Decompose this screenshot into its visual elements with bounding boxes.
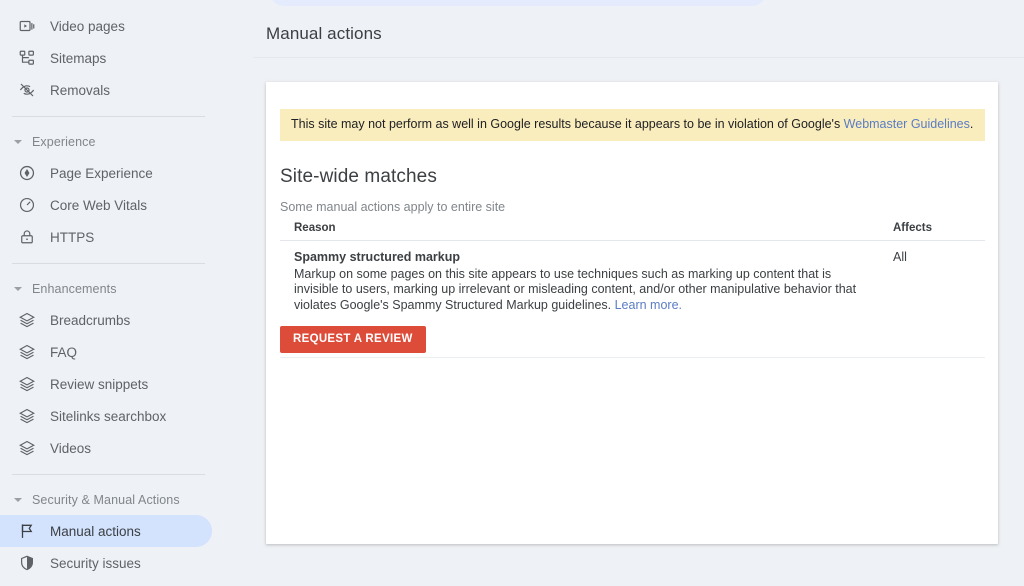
flag-icon xyxy=(16,520,38,542)
sidebar-item-label: FAQ xyxy=(50,344,78,360)
layers-icon xyxy=(16,309,38,331)
table-row: Spammy structured markup Markup on some … xyxy=(280,241,985,328)
manual-actions-table: Reason Affects Spammy structured markup … xyxy=(280,218,985,327)
sidebar: Video pages Sitemaps Removals Experience Pag… xyxy=(0,0,229,586)
reason-name: Spammy structured markup xyxy=(294,250,461,264)
sidebar-item-page-experience[interactable]: Page Experience xyxy=(0,157,212,189)
removals-icon xyxy=(16,79,38,101)
sidebar-divider xyxy=(12,474,205,475)
sidebar-item-video-pages[interactable]: Video pages xyxy=(0,10,212,42)
table-header-row: Reason Affects xyxy=(280,218,985,241)
shield-icon xyxy=(16,552,38,574)
layers-icon xyxy=(16,373,38,395)
section-title: Site-wide matches xyxy=(280,165,437,187)
search-console-page: Video pages Sitemaps Removals Experience Pag… xyxy=(0,0,1024,586)
sidebar-item-label: Videos xyxy=(50,440,92,456)
layers-icon xyxy=(16,405,38,427)
sidebar-item-label: Breadcrumbs xyxy=(50,312,131,328)
sidebar-item-label: Video pages xyxy=(50,18,125,34)
sidebar-item-label: Sitelinks searchbox xyxy=(50,408,167,424)
sidebar-item-videos[interactable]: Videos xyxy=(0,432,212,464)
sidebar-item-label: Security issues xyxy=(50,555,141,571)
sidebar-item-label: Review snippets xyxy=(50,376,149,392)
sidebar-item-security-issues[interactable]: Security issues xyxy=(0,547,212,579)
sidebar-item-review-snippets[interactable]: Review snippets xyxy=(0,368,212,400)
sidebar-section-label: Enhancements xyxy=(32,282,117,296)
reason-cell: Spammy structured markup Markup on some … xyxy=(280,241,893,328)
sidebar-section-label: Security & Manual Actions xyxy=(32,493,180,507)
sidebar-divider xyxy=(12,116,205,117)
https-lock-icon xyxy=(16,226,38,248)
sidebar-section-experience[interactable]: Experience xyxy=(0,127,229,157)
sidebar-item-breadcrumbs[interactable]: Breadcrumbs xyxy=(0,304,212,336)
card-divider xyxy=(280,357,985,358)
sidebar-section-security-manual-actions[interactable]: Security & Manual Actions xyxy=(0,485,229,515)
page-experience-icon xyxy=(16,162,38,184)
column-header-affects: Affects xyxy=(893,218,985,241)
sidebar-section-enhancements[interactable]: Enhancements xyxy=(0,274,229,304)
sidebar-item-removals[interactable]: Removals xyxy=(0,74,212,106)
sidebar-item-label: Sitemaps xyxy=(50,50,107,66)
sidebar-item-label: HTTPS xyxy=(50,229,95,245)
page-title: Manual actions xyxy=(266,24,382,43)
reason-description: Markup on some pages on this site appear… xyxy=(294,267,893,314)
manual-actions-note: Some manual actions apply to entire site xyxy=(280,200,506,214)
chevron-down-icon xyxy=(14,287,22,291)
reason-description-text: Markup on some pages on this site appear… xyxy=(294,266,857,312)
affects-cell: All xyxy=(893,250,907,264)
sitemaps-icon xyxy=(16,47,38,69)
sidebar-item-label: Manual actions xyxy=(50,523,141,539)
sidebar-item-label: Core Web Vitals xyxy=(50,197,148,213)
column-header-reason: Reason xyxy=(280,218,893,241)
sidebar-divider xyxy=(12,263,205,264)
main-content: Manual actions This site may not perform… xyxy=(229,0,1024,586)
core-web-vitals-icon xyxy=(16,194,38,216)
webmaster-guidelines-link[interactable]: Webmaster Guidelines xyxy=(844,117,970,131)
request-a-review-button[interactable]: REQUEST A REVIEW xyxy=(280,326,426,353)
sidebar-item-faq[interactable]: FAQ xyxy=(0,336,212,368)
chevron-down-icon xyxy=(14,140,22,144)
video-pages-icon xyxy=(16,15,38,37)
sidebar-item-manual-actions[interactable]: Manual actions xyxy=(0,515,212,547)
alert-text-before: This site may not perform as well in Goo… xyxy=(291,117,844,131)
header-divider xyxy=(254,57,1024,58)
alert-text-after: . xyxy=(969,117,974,131)
table-body: Spammy structured markup Markup on some … xyxy=(280,241,985,328)
layers-icon xyxy=(16,437,38,459)
sidebar-section-label: Experience xyxy=(32,135,96,149)
manual-actions-card: This site may not perform as well in Goo… xyxy=(266,82,998,544)
chevron-down-icon xyxy=(14,498,22,502)
violation-alert-banner: This site may not perform as well in Goo… xyxy=(280,109,985,141)
sidebar-item-label: Removals xyxy=(50,82,111,98)
sidebar-item-core-web-vitals[interactable]: Core Web Vitals xyxy=(0,189,212,221)
layers-icon xyxy=(16,341,38,363)
sidebar-item-sitelinks-searchbox[interactable]: Sitelinks searchbox xyxy=(0,400,212,432)
learn-more-link[interactable]: Learn more. xyxy=(615,298,682,312)
sidebar-item-sitemaps[interactable]: Sitemaps xyxy=(0,42,212,74)
sidebar-item-label: Page Experience xyxy=(50,165,153,181)
sidebar-item-https[interactable]: HTTPS xyxy=(0,221,212,253)
